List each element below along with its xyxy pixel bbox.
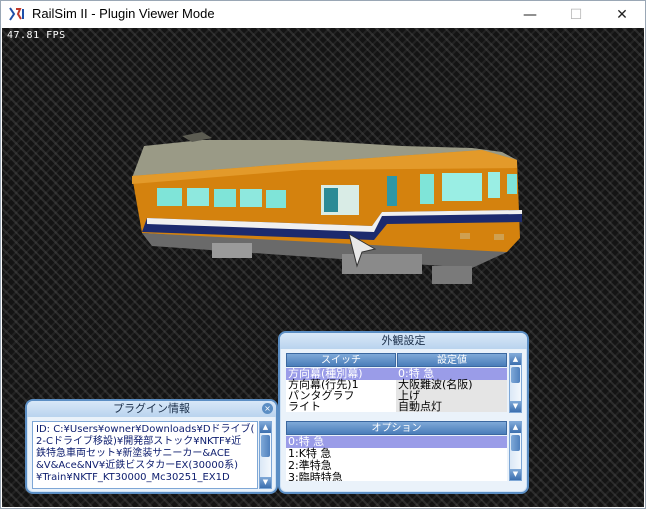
options-header[interactable]: オプション: [286, 421, 507, 435]
plugin-info-line: 鉄特急車両セット¥新塗装サニーカー&ACE: [36, 448, 231, 459]
plugin-info-line: ¥Train¥NKTF_KT30000_Mc30251_EX1D: [36, 472, 230, 483]
plugin-info-line: &V&Ace&NV¥近鉄ビスタカーEX(30000系): [36, 460, 239, 471]
minimize-button[interactable]: —: [507, 1, 553, 28]
title-bar[interactable]: RailSim II - Plugin Viewer Mode — ☐ ✕: [1, 1, 645, 28]
list-item[interactable]: ライト 自動点灯: [286, 400, 507, 413]
list-item[interactable]: 3:臨時特急: [286, 471, 507, 482]
switch-name: ライト: [288, 400, 321, 413]
railsim-app-icon: [9, 7, 24, 21]
switch-value: 自動点灯: [398, 400, 442, 413]
value-column-header[interactable]: 設定値: [397, 353, 507, 367]
plugin-info-title[interactable]: プラグイン情報: [27, 401, 276, 417]
scroll-thumb[interactable]: [511, 435, 520, 451]
appearance-title[interactable]: 外観設定: [280, 333, 527, 349]
plugin-info-text: ID: C:¥Users¥owner¥Downloads¥Dドライブ( 2-Cド…: [32, 421, 258, 489]
scroll-down-icon[interactable]: ▼: [260, 477, 271, 488]
maximize-button[interactable]: ☐: [553, 1, 599, 28]
scroll-thumb[interactable]: [511, 367, 520, 383]
plugin-info-line: 2-Cドライブ移設)¥開発部ストック¥NKTF¥近: [36, 436, 242, 447]
scroll-up-icon[interactable]: ▲: [510, 422, 521, 433]
close-button[interactable]: ✕: [599, 1, 645, 28]
switch-scrollbar[interactable]: ▲ ▼: [509, 353, 522, 413]
scroll-down-icon[interactable]: ▼: [510, 469, 521, 480]
plugin-scrollbar[interactable]: ▲ ▼: [259, 421, 272, 489]
scroll-down-icon[interactable]: ▼: [510, 401, 521, 412]
app-window: RailSim II - Plugin Viewer Mode — ☐ ✕ 47…: [0, 0, 646, 509]
option-label: 3:臨時特急: [288, 471, 343, 482]
window-title: RailSim II - Plugin Viewer Mode: [32, 6, 215, 21]
plugin-info-line: ID: C:¥Users¥owner¥Downloads¥Dドライブ(: [36, 424, 255, 435]
plugin-close-icon[interactable]: ×: [262, 403, 273, 414]
scroll-up-icon[interactable]: ▲: [260, 422, 271, 433]
switch-column-header[interactable]: スイッチ: [286, 353, 396, 367]
scroll-thumb[interactable]: [261, 435, 270, 457]
scroll-up-icon[interactable]: ▲: [510, 354, 521, 365]
switch-list[interactable]: 方向幕(種別幕) 0:特 急 方向幕(行先)1 大阪難波(名阪) パンタグラフ …: [286, 368, 507, 412]
options-list[interactable]: 0:特 急 1:K特 急 2:準特急 3:臨時特急: [286, 436, 507, 481]
appearance-settings-panel: 外観設定 スイッチ 設定値 方向幕(種別幕) 0:特 急 方向幕(行先)1 大阪…: [278, 331, 529, 494]
plugin-info-panel: プラグイン情報 × ID: C:¥Users¥owner¥Downloads¥D…: [25, 399, 278, 494]
options-scrollbar[interactable]: ▲ ▼: [509, 421, 522, 481]
